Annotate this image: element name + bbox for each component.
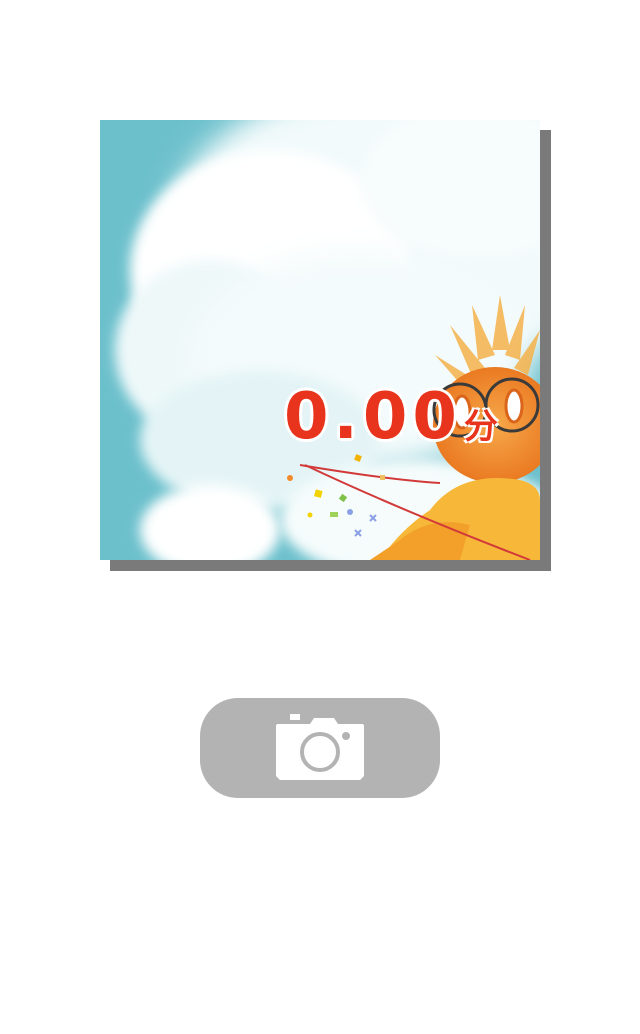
score-value: 0.00 xyxy=(284,380,462,454)
result-card: 0.00 分 xyxy=(100,120,540,560)
camera-icon xyxy=(274,714,366,782)
camera-button[interactable] xyxy=(200,698,440,798)
score-display: 0.00 分 xyxy=(284,385,498,449)
score-unit: 分 xyxy=(463,407,498,447)
illustration xyxy=(100,120,540,560)
